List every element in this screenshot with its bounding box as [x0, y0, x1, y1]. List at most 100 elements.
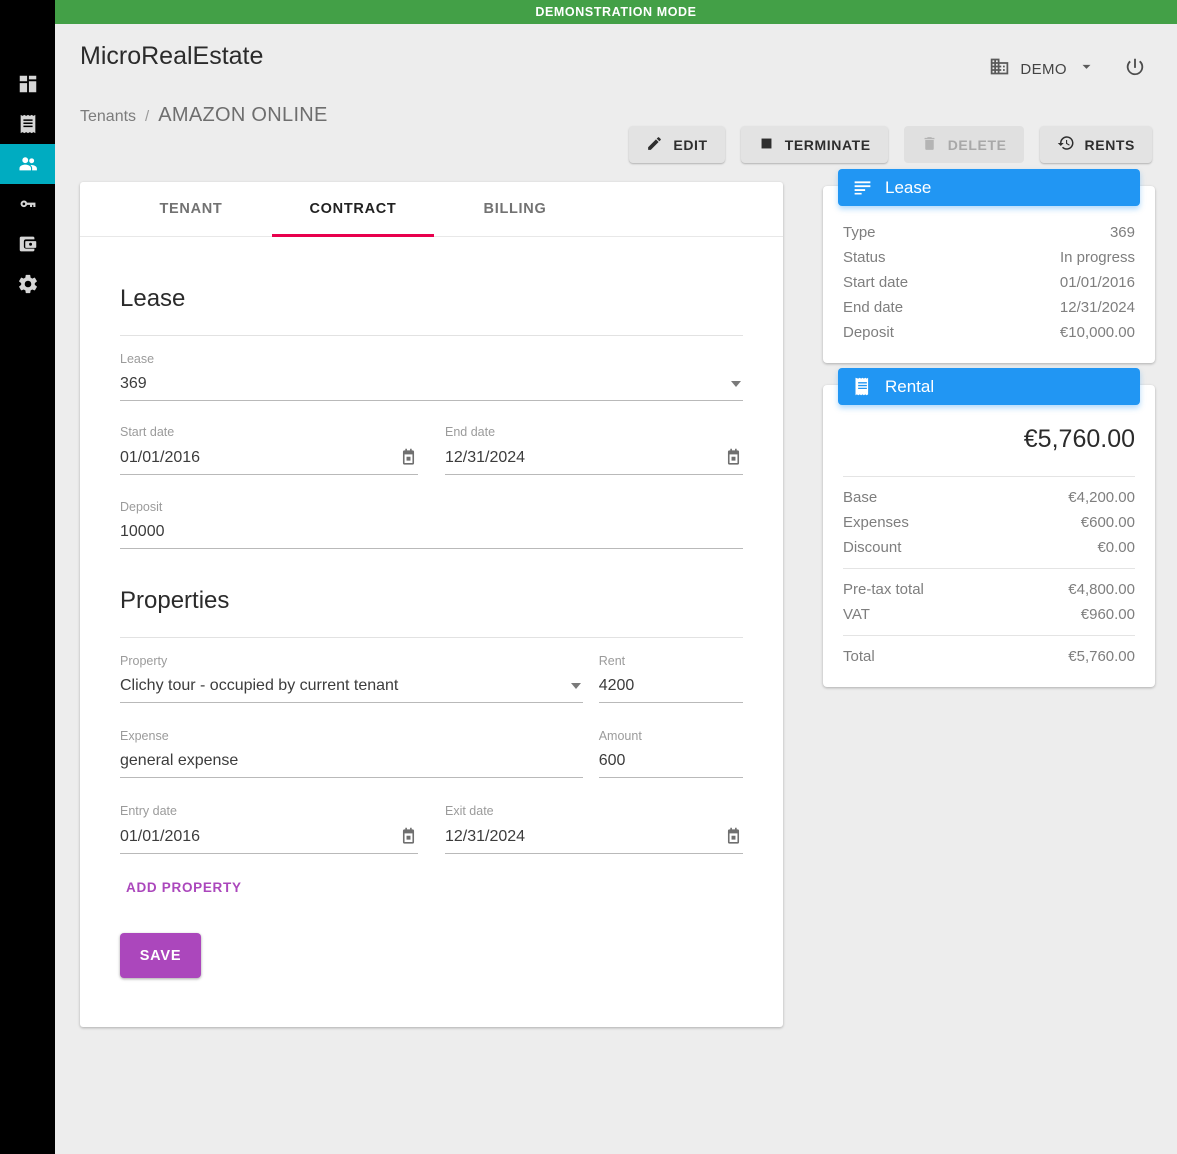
end-date-field[interactable]: End date 12/31/2024 [445, 425, 743, 475]
breadcrumb: Tenants / AMAZON ONLINE [80, 104, 328, 127]
list-item: Discount €0.00 [843, 535, 1135, 560]
start-date-field[interactable]: Start date 01/01/2016 [120, 425, 418, 475]
rent-field[interactable]: Rent 4200 [598, 654, 743, 703]
row-key: Type [843, 224, 876, 241]
sidebar [0, 0, 55, 1154]
row-key: Expenses [843, 514, 909, 531]
section-divider [120, 335, 743, 336]
sidebar-item-accounting[interactable] [0, 224, 55, 264]
terminate-button[interactable]: TERMINATE [740, 126, 888, 163]
end-date-value: 12/31/2024 [445, 448, 526, 466]
rental-card-header: Rental [838, 368, 1140, 405]
lease-card-title: Lease [885, 177, 932, 197]
signout-button[interactable] [1118, 52, 1152, 86]
calendar-icon[interactable] [724, 827, 743, 846]
list-item: End date 12/31/2024 [843, 295, 1135, 320]
row-value: €4,800.00 [1068, 581, 1135, 598]
delete-button: DELETE [903, 126, 1024, 163]
expense-field[interactable]: Expense general expense [120, 729, 583, 778]
sidebar-item-dashboard[interactable] [0, 64, 55, 104]
sidebar-item-properties[interactable] [0, 184, 55, 224]
edit-button-label: EDIT [673, 136, 708, 153]
exit-date-value: 12/31/2024 [445, 827, 526, 845]
history-icon [1057, 134, 1075, 155]
properties-section-title: Properties [120, 587, 230, 614]
calendar-icon[interactable] [399, 448, 418, 467]
rental-summary-card: Rental €5,760.00 Base €4,200.00 Expenses… [823, 368, 1155, 687]
exit-date-field[interactable]: Exit date 12/31/2024 [445, 804, 743, 854]
tab-contract[interactable]: CONTRACT [272, 182, 434, 237]
divider [843, 635, 1135, 636]
rental-total-amount: €5,760.00 [1023, 425, 1135, 453]
calendar-icon[interactable] [399, 827, 418, 846]
lease-summary-card: Lease Type 369 Status In progress Start … [823, 169, 1155, 363]
chevron-down-icon [1077, 57, 1096, 81]
page-header: MicroRealEstate DEMO Tenants / AMAZON ON… [55, 24, 1177, 179]
lease-section-title: Lease [120, 285, 186, 312]
amount-field[interactable]: Amount 600 [598, 729, 743, 778]
tab-billing[interactable]: BILLING [434, 182, 596, 236]
app-root: DEMONSTRATION MODE MicroRealEstate DEMO … [0, 0, 1177, 1154]
property-select-field[interactable]: Property Clichy tour - occupied by curre… [120, 654, 583, 703]
row-value: €5,760.00 [1068, 648, 1135, 665]
row-key: Pre-tax total [843, 581, 924, 598]
exit-date-label: Exit date [445, 804, 494, 818]
row-key: End date [843, 299, 904, 316]
row-value: 369 [1109, 224, 1135, 241]
row-key: Start date [843, 274, 909, 291]
pencil-icon [646, 135, 663, 155]
lease-select-field[interactable]: Lease 369 [120, 352, 743, 401]
list-item: Type 369 [843, 220, 1135, 245]
row-value: 12/31/2024 [1059, 299, 1135, 316]
stop-square-icon [758, 135, 775, 155]
edit-button[interactable]: EDIT [629, 126, 725, 163]
tab-tenant[interactable]: TENANT [110, 182, 272, 236]
breadcrumb-root-link[interactable]: Tenants [80, 108, 136, 126]
action-buttons: EDIT TERMINATE DELETE RENTS [629, 126, 1152, 163]
row-value: €0.00 [1097, 539, 1135, 556]
building-icon [989, 56, 1010, 82]
contract-form: Lease Lease 369 Start date 01/01/2016 En… [80, 237, 783, 978]
entry-exit-dates-row: Entry date 01/01/2016 Exit date 12/31/20… [120, 804, 743, 854]
demonstration-mode-banner: DEMONSTRATION MODE [55, 0, 1177, 24]
receipt-icon [852, 376, 873, 397]
terminate-button-label: TERMINATE [784, 136, 871, 153]
chevron-down-icon [570, 683, 581, 689]
deposit-field[interactable]: Deposit 10000 [120, 500, 743, 549]
list-item: VAT €960.00 [843, 602, 1135, 627]
organization-selector[interactable]: DEMO [979, 50, 1106, 88]
entry-date-field[interactable]: Entry date 01/01/2016 [120, 804, 418, 854]
property-select-label: Property [120, 654, 168, 668]
rents-button[interactable]: RENTS [1039, 126, 1152, 163]
subject-icon [852, 177, 873, 198]
gear-icon [17, 273, 39, 295]
list-item: Start date 01/01/2016 [843, 270, 1135, 295]
tab-bar: TENANT CONTRACT BILLING [80, 182, 783, 237]
sidebar-item-tenants[interactable] [0, 144, 55, 184]
summary-panel: Lease Type 369 Status In progress Start … [823, 169, 1155, 709]
row-key: Total [843, 648, 875, 665]
add-property-button[interactable]: ADD PROPERTY [120, 874, 248, 901]
row-value: €960.00 [1080, 606, 1135, 623]
row-key: VAT [843, 606, 870, 623]
lease-card-header: Lease [838, 169, 1140, 206]
sidebar-item-settings[interactable] [0, 264, 55, 304]
row-value: In progress [1059, 249, 1135, 266]
header-right-controls: DEMO [979, 50, 1152, 88]
breadcrumb-separator: / [145, 108, 150, 125]
row-key: Status [843, 249, 886, 266]
calendar-icon[interactable] [724, 448, 743, 467]
rent-value: 4200 [598, 677, 635, 694]
lease-select-value: 369 [120, 375, 147, 392]
sidebar-item-rents[interactable] [0, 104, 55, 144]
divider [843, 476, 1135, 477]
save-button[interactable]: SAVE [120, 933, 201, 978]
contract-card: TENANT CONTRACT BILLING Lease Lease 369 … [80, 182, 783, 1027]
receipt-icon [17, 113, 39, 135]
start-date-value: 01/01/2016 [120, 448, 201, 466]
list-item: Expenses €600.00 [843, 510, 1135, 535]
lease-select-label: Lease [120, 352, 155, 366]
rents-button-label: RENTS [1084, 136, 1135, 153]
wallet-icon [17, 233, 39, 255]
list-item: Status In progress [843, 245, 1135, 270]
